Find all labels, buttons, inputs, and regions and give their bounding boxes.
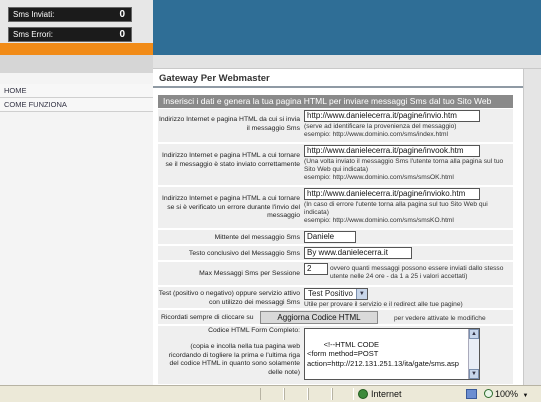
- closing-text-input[interactable]: By www.danielecerra.it: [304, 247, 412, 259]
- sidebar-spacer: [0, 55, 153, 73]
- security-zone: Internet: [358, 387, 402, 402]
- row-ok-page: Indirizzo Internet e pagina HTML a cui t…: [158, 144, 513, 186]
- chevron-down-icon[interactable]: ▼: [523, 393, 529, 399]
- ko-page-label: Indirizzo Internet e pagina HTML a cui t…: [161, 195, 300, 219]
- nav-item-come-funziona[interactable]: COME FUNZIONA: [0, 98, 153, 112]
- protected-mode-icon[interactable]: [466, 389, 477, 399]
- form-header: Inserisci i dati e genera la tua pagina …: [158, 95, 513, 108]
- html-code-scrollbar[interactable]: ▲ ▼: [468, 329, 479, 379]
- ok-page-hint: (Una volta inviato il messaggio Sms l'ut…: [304, 158, 504, 181]
- title-divider: [153, 86, 523, 88]
- page-title: Gateway Per Webmaster: [159, 73, 270, 84]
- update-code-button[interactable]: Aggiorna Codice HTML: [260, 311, 378, 324]
- status-segment: [284, 388, 308, 400]
- sms-sent-label: Sms Inviati:: [13, 10, 55, 19]
- html-code-value: <!--HTML CODE <form method=POST action=h…: [307, 339, 459, 380]
- orange-divider: [0, 43, 153, 55]
- send-page-label: Indirizzo Internet e pagina HTML da cui …: [158, 116, 300, 132]
- zoom-level: 100%: [495, 389, 519, 399]
- row-closing-text: Testo conclusivo del Messaggio Sms By ww…: [158, 246, 513, 261]
- sms-errors-value: 0: [119, 29, 125, 40]
- send-page-input[interactable]: http://www.danielecerra.it/pagine/invio.…: [304, 110, 480, 122]
- html-code-label-title: Codice HTML Form Completo:: [208, 327, 300, 334]
- max-sms-hint: ovvero quanti messaggi possono essere in…: [330, 265, 504, 280]
- sender-control: Daniele: [304, 231, 513, 243]
- row-test-mode: Test (positivo o negativo) oppure serviz…: [158, 287, 513, 309]
- scroll-up-icon[interactable]: ▲: [469, 329, 479, 339]
- row-update: Ricordati sempre di cliccare su Aggiorna…: [158, 310, 513, 325]
- sender-input[interactable]: Daniele: [304, 231, 356, 243]
- status-segment: [332, 388, 354, 400]
- zoom-icon: [484, 389, 493, 398]
- header-banner: [153, 0, 541, 55]
- ok-page-input[interactable]: http://www.danielecerra.it/pagine/invook…: [304, 145, 480, 157]
- sms-sent-value: 0: [119, 9, 125, 20]
- test-mode-label: Test (positivo o negativo) oppure serviz…: [158, 290, 300, 306]
- ok-page-control: http://www.danielecerra.it/pagine/invook…: [304, 145, 513, 182]
- update-prefix: Ricordati sempre di cliccare su: [161, 314, 254, 321]
- row-sender: Mittente del messaggio Sms Daniele: [158, 230, 513, 245]
- row-ko-page: Indirizzo Internet e pagina HTML a cui t…: [158, 187, 513, 229]
- test-mode-control: Test Positivo ▼ Utile per provare il ser…: [304, 288, 513, 309]
- security-zone-label: Internet: [371, 389, 402, 399]
- gateway-form: Inserisci i dati e genera la tua pagina …: [158, 95, 513, 385]
- ko-page-hint: (In caso di errore l'utente torna alla p…: [304, 201, 488, 224]
- send-page-hint: (serve ad identificare la provenienza de…: [304, 123, 457, 138]
- row-send-page: Indirizzo Internet e pagina HTML da cui …: [158, 109, 513, 143]
- sms-errors-label: Sms Errori:: [13, 30, 53, 39]
- header-strip: [153, 55, 541, 69]
- row-html-code: Codice HTML Form Completo: (copia e inco…: [158, 326, 513, 385]
- ko-page-input[interactable]: http://www.danielecerra.it/pagine/inviok…: [304, 188, 480, 200]
- scroll-down-icon[interactable]: ▼: [469, 369, 479, 379]
- row-max-sms: Max Messaggi Sms per Sessione 2 ovvero q…: [158, 262, 513, 286]
- closing-text-control: By www.danielecerra.it: [304, 247, 513, 259]
- send-page-control: http://www.danielecerra.it/pagine/invio.…: [304, 110, 513, 139]
- update-suffix: per vedere attivate le modifiche: [394, 315, 486, 322]
- sms-errors-counter: Sms Errori: 0: [8, 27, 132, 42]
- html-code-textarea[interactable]: <!--HTML CODE <form method=POST action=h…: [304, 328, 480, 380]
- sidebar-nav: HOME COME FUNZIONA: [0, 84, 153, 112]
- sms-sent-counter: Sms Inviati: 0: [8, 7, 132, 22]
- globe-icon: [358, 389, 368, 399]
- test-mode-selected: Test Positivo: [308, 289, 353, 298]
- nav-item-home[interactable]: HOME: [0, 84, 153, 98]
- page-scrollbar[interactable]: [523, 69, 541, 385]
- test-mode-hint: Utile per provare il servizio e il redir…: [304, 301, 463, 308]
- sidebar: Sms Inviati: 0 Sms Errori: 0 HOME COME F…: [0, 0, 153, 385]
- chevron-down-icon[interactable]: ▼: [355, 289, 367, 299]
- html-code-label-body: (copia e incolla nella tua pagina web ri…: [168, 343, 300, 376]
- main-content: Gateway Per Webmaster Inserisci i dati e…: [153, 69, 541, 385]
- sender-label: Mittente del messaggio Sms: [214, 234, 300, 241]
- status-bar: Internet 100% ▼: [0, 385, 541, 402]
- ko-page-control: http://www.danielecerra.it/pagine/inviok…: [304, 188, 513, 225]
- ok-page-label: Indirizzo Internet e pagina HTML a cui t…: [161, 152, 300, 168]
- test-mode-select[interactable]: Test Positivo ▼: [304, 288, 368, 300]
- closing-text-label: Testo conclusivo del Messaggio Sms: [188, 250, 300, 257]
- max-sms-label: Max Messaggi Sms per Sessione: [199, 270, 300, 277]
- status-segment: [260, 388, 284, 400]
- max-sms-input[interactable]: 2: [304, 263, 328, 275]
- status-segment: [308, 388, 332, 400]
- zoom-control[interactable]: 100% ▼: [484, 387, 529, 402]
